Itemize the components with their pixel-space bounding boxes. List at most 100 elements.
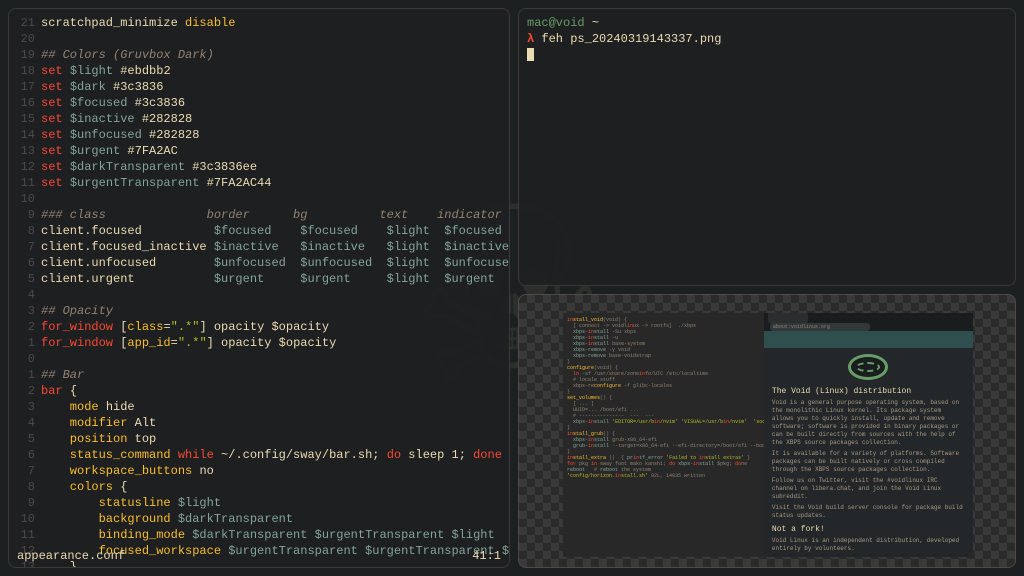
editor-line[interactable]: 2bar {: [17, 383, 501, 399]
editor-line[interactable]: 11 binding_mode $darkTransparent $urgent…: [17, 527, 501, 543]
editor-line[interactable]: 15set $inactive #282828: [17, 111, 501, 127]
terminal-pane[interactable]: mac@void ~ λ feh ps_20240319143337.png: [518, 8, 1016, 286]
editor-line[interactable]: 5 position top: [17, 431, 501, 447]
editor-line[interactable]: 18set $light #ebdbb2: [17, 63, 501, 79]
editor-pane[interactable]: 21scratchpad_minimize disable2019## Colo…: [8, 8, 510, 568]
browser-url: about:voidlinux.org: [770, 323, 870, 331]
line-number: 4: [17, 287, 41, 303]
line-number: 21: [17, 15, 41, 31]
editor-line[interactable]: 9### class border bg text indicator c: [17, 207, 501, 223]
code-token: ## Bar: [41, 368, 84, 382]
editor-content[interactable]: 21scratchpad_minimize disable2019## Colo…: [17, 15, 501, 568]
code-token: $darkTransparent: [70, 160, 192, 174]
code-token: $inactive: [70, 112, 142, 126]
editor-line[interactable]: 4 modifier Alt: [17, 415, 501, 431]
code-token: ## Colors (Gruvbox Dark): [41, 48, 214, 62]
code-token: $urgentTransparent: [70, 176, 207, 190]
code-token: $light: [70, 64, 120, 78]
line-number: 15: [17, 111, 41, 127]
code-token: $urgent $urgent $light $urgent $: [214, 272, 510, 286]
code-token: modifier: [41, 416, 135, 430]
prompt-user: mac@void: [527, 16, 585, 30]
image-viewer-pane[interactable]: install_void(void) { [ connect -> voidli…: [518, 294, 1016, 568]
code-token: while: [178, 448, 221, 462]
prompt-symbol: λ: [527, 32, 534, 46]
editor-line[interactable]: 8 colors {: [17, 479, 501, 495]
editor-line[interactable]: 12set $darkTransparent #3c3836ee: [17, 159, 501, 175]
editor-line[interactable]: 6client.unfocused $unfocused $unfocused …: [17, 255, 501, 271]
browser-tab: [768, 313, 808, 323]
editor-line[interactable]: 10 background $darkTransparent: [17, 511, 501, 527]
editor-line[interactable]: 3 mode hide: [17, 399, 501, 415]
code-token: set: [41, 128, 70, 142]
line-number: 6: [17, 447, 41, 463]
editor-line[interactable]: 11set $urgentTransparent #7FA2AC44: [17, 175, 501, 191]
editor-line[interactable]: 5client.urgent $urgent $urgent $light $u…: [17, 271, 501, 287]
editor-line[interactable]: 7 workspace_buttons no: [17, 463, 501, 479]
line-number: 1: [17, 367, 41, 383]
page-body4: Visit the Void build server console for …: [772, 504, 965, 520]
line-number: 9: [17, 495, 41, 511]
editor-line[interactable]: 10: [17, 191, 501, 207]
code-token: =: [171, 336, 178, 350]
code-token: $darkTransparent: [178, 512, 293, 526]
editor-line[interactable]: 4: [17, 287, 501, 303]
terminal-prompt-line2[interactable]: λ feh ps_20240319143337.png: [527, 31, 1007, 47]
line-number: 14: [17, 127, 41, 143]
code-token: set: [41, 112, 70, 126]
code-token: $dark: [70, 80, 113, 94]
code-token: mode: [41, 400, 106, 414]
editor-line[interactable]: 2for_window [class=".*"] opacity $opacit…: [17, 319, 501, 335]
editor-line[interactable]: 1for_window [app_id=".*"] opacity $opaci…: [17, 335, 501, 351]
code-token: done: [473, 448, 502, 462]
editor-line[interactable]: 8client.focused $focused $focused $light…: [17, 223, 501, 239]
line-number: 8: [17, 223, 41, 239]
line-number: 20: [17, 31, 41, 47]
terminal-cursor-line[interactable]: [527, 47, 1007, 63]
code-token: ".*": [178, 336, 207, 350]
editor-line[interactable]: 3## Opacity: [17, 303, 501, 319]
code-token: client.urgent: [41, 272, 214, 286]
line-number: 3: [17, 303, 41, 319]
line-number: 5: [17, 431, 41, 447]
code-token: #ebdbb2: [120, 64, 170, 78]
editor-line[interactable]: 21scratchpad_minimize disable: [17, 15, 501, 31]
browser-url-bar: about:voidlinux.org: [764, 323, 973, 331]
code-token: background: [41, 512, 178, 526]
line-number: 7: [17, 463, 41, 479]
code-token: {: [70, 384, 77, 398]
editor-line[interactable]: 20: [17, 31, 501, 47]
page-body2: It is available for a variety of platfor…: [772, 450, 965, 474]
editor-line[interactable]: 17set $dark #3c3836: [17, 79, 501, 95]
code-token: app_id: [127, 336, 170, 350]
code-token: $inactive $inactive $light $inactive $: [214, 240, 510, 254]
line-number: 11: [17, 527, 41, 543]
code-token: for_window: [41, 320, 120, 334]
page-heading: The Void (Linux) distribution: [772, 388, 965, 396]
cfg-line: 'config/horizon.install.sh' 92L, 14035 w…: [567, 473, 760, 479]
editor-line[interactable]: 19## Colors (Gruvbox Dark): [17, 47, 501, 63]
code-token: #7FA2AC: [127, 144, 177, 158]
code-token: client.unfocused: [41, 256, 214, 270]
editor-line[interactable]: 16set $focused #3c3836: [17, 95, 501, 111]
editor-line[interactable]: 7client.focused_inactive $inactive $inac…: [17, 239, 501, 255]
code-token: $focused $focused $light $focused $: [214, 224, 510, 238]
code-token: workspace_buttons: [41, 464, 199, 478]
line-number: 11: [17, 175, 41, 191]
code-token: set: [41, 64, 70, 78]
code-token: do: [387, 448, 409, 462]
screenshot-image: install_void(void) { [ connect -> voidli…: [563, 313, 973, 557]
line-number: 13: [17, 143, 41, 159]
line-number: 18: [17, 63, 41, 79]
code-token: disable: [185, 16, 235, 30]
editor-line[interactable]: 13set $urgent #7FA2AC: [17, 143, 501, 159]
editor-line[interactable]: 6 status_command while ~/.config/sway/ba…: [17, 447, 501, 463]
editor-line[interactable]: 14set $unfocused #282828: [17, 127, 501, 143]
editor-line[interactable]: 1## Bar: [17, 367, 501, 383]
editor-line[interactable]: 9 statusline $light: [17, 495, 501, 511]
code-token: $unfocused: [70, 128, 149, 142]
line-number: 0: [17, 351, 41, 367]
editor-line[interactable]: 0: [17, 351, 501, 367]
code-token: #3c3836: [113, 80, 163, 94]
code-token: client.focused: [41, 224, 214, 238]
